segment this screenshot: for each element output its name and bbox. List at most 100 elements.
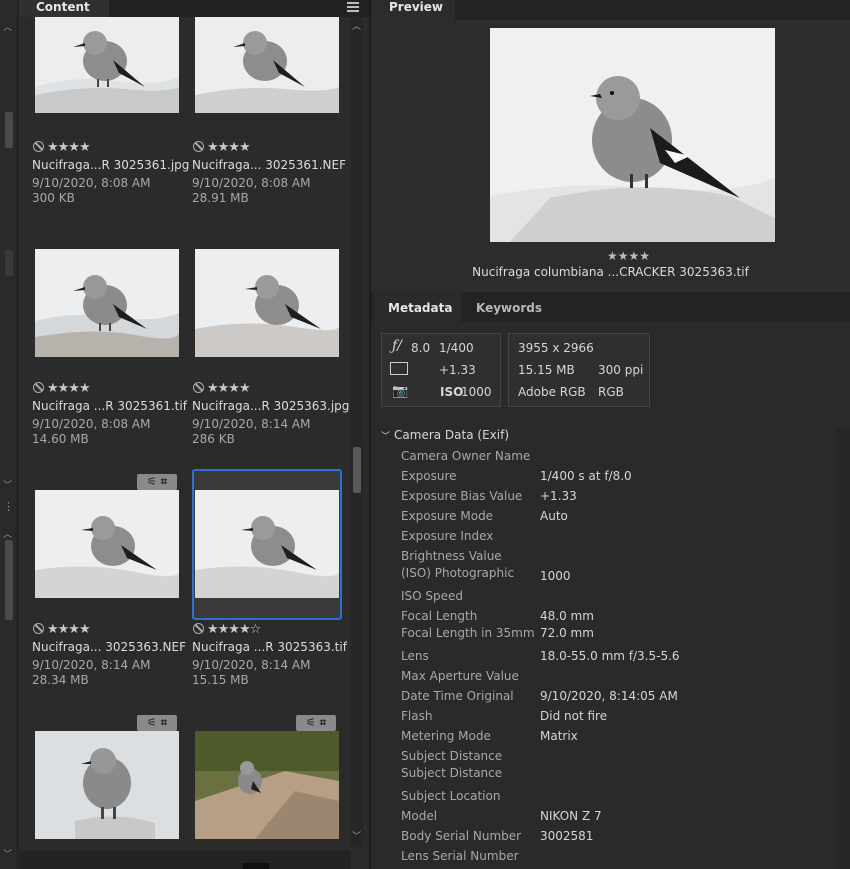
- rating-stars[interactable]: ★★★★: [47, 381, 91, 396]
- panel-grip-icon[interactable]: ⋮: [3, 500, 14, 513]
- color-profile: Adobe RGB: [518, 385, 586, 399]
- chevron-up-icon[interactable]: ︿: [352, 19, 361, 32]
- file-date: 9/10/2020, 8:14 AM: [32, 658, 151, 672]
- scrollbar-thumb[interactable]: [243, 863, 269, 869]
- file-name[interactable]: Nucifraga ...R 3025361.tif: [32, 399, 187, 413]
- section-title[interactable]: Camera Data (Exif): [394, 428, 509, 442]
- rating-stars[interactable]: ★★★★: [47, 622, 91, 637]
- exif-row-value: NIKON Z 7: [540, 809, 602, 823]
- metadata-scrollbar[interactable]: [836, 428, 850, 869]
- exif-row-label: Metering Mode: [401, 729, 491, 743]
- file-name[interactable]: Nucifraga...R 3025363.jpg: [192, 399, 349, 413]
- metadata-tab-bar: Metadata Keywords: [371, 292, 850, 322]
- star-rating[interactable]: ★★★★: [33, 140, 91, 155]
- file-date: 9/10/2020, 8:14 AM: [192, 658, 311, 672]
- chevron-down-icon[interactable]: ﹀: [381, 432, 390, 442]
- tab-keywords[interactable]: Keywords: [476, 292, 542, 322]
- reject-icon[interactable]: [193, 623, 204, 634]
- thumbnail-image[interactable]: [35, 249, 179, 357]
- rating-stars[interactable]: ★★★★: [207, 381, 251, 396]
- content-scrollbar[interactable]: ︿ ﹀: [351, 17, 363, 847]
- exif-row-label: Subject Distance: [401, 749, 503, 763]
- thumbnail-image[interactable]: [195, 249, 339, 357]
- thumbnail-image[interactable]: [195, 731, 339, 839]
- thumbnail-image[interactable]: [35, 731, 179, 839]
- star-rating[interactable]: ★★★★: [193, 140, 251, 155]
- camera-icon: 📷: [392, 384, 409, 399]
- crop-icon: ⌗: [319, 716, 326, 729]
- star-rating[interactable]: ★★★★: [33, 622, 91, 637]
- exif-row-value: 1000: [540, 569, 571, 583]
- horizontal-scrollbar[interactable]: [19, 851, 351, 869]
- preview-star-rating[interactable]: ★★★★: [607, 249, 650, 263]
- content-panel: Content ★★★★ ★★★★ Nucifraga...R 3025361.…: [19, 0, 369, 869]
- star-rating[interactable]: ★★★★☆: [193, 622, 261, 637]
- panel-menu-icon[interactable]: [347, 0, 359, 12]
- chevron-up-icon[interactable]: ︿: [3, 20, 12, 33]
- exif-row-label: Lens Serial Number: [401, 849, 519, 863]
- file-size: 28.91 MB: [192, 191, 249, 205]
- edit-crop-badge[interactable]: ⚟ ⌗: [137, 474, 177, 490]
- edit-crop-badge[interactable]: ⚟ ⌗: [137, 715, 177, 731]
- exif-row-label: Camera Owner Name: [401, 449, 531, 463]
- file-name[interactable]: Nucifraga...R 3025361.jpg: [32, 158, 189, 172]
- file-summary-box: 3955 x 2966 15.15 MB 300 ppi Adobe RGB R…: [508, 333, 650, 407]
- iso-value: 1000: [461, 385, 492, 399]
- thumbnail-image[interactable]: [195, 490, 339, 598]
- content-tab-bar: Content: [19, 0, 369, 17]
- exif-row-label: Exposure: [401, 469, 457, 483]
- aperture-icon: ƒ/: [392, 338, 402, 354]
- adjust-sliders-icon: ⚟: [147, 475, 157, 488]
- edit-crop-badge[interactable]: ⚟ ⌗: [296, 715, 336, 731]
- tab-metadata[interactable]: Metadata: [373, 292, 461, 322]
- shutter-value: 1/400: [439, 341, 474, 355]
- exif-row-label: Focal Length: [401, 609, 478, 623]
- exif-row-value: 9/10/2020, 8:14:05 AM: [540, 689, 678, 703]
- preview-tab-bar: Preview: [371, 0, 850, 20]
- file-size: 300 KB: [32, 191, 75, 205]
- reject-icon[interactable]: [33, 623, 44, 634]
- rating-stars[interactable]: ★★★★☆: [207, 622, 261, 637]
- exif-row-value: Did not fire: [540, 709, 608, 723]
- reject-icon[interactable]: [193, 141, 204, 152]
- reject-icon[interactable]: [33, 382, 44, 393]
- exif-row-value: 72.0 mm: [540, 626, 594, 640]
- scrollbar-thumb[interactable]: [353, 447, 361, 493]
- exif-row-label: Exposure Mode: [401, 509, 494, 523]
- file-size: 28.34 MB: [32, 673, 89, 687]
- thumbnail-image[interactable]: [35, 490, 179, 598]
- chevron-down-icon[interactable]: ﹀: [352, 829, 361, 842]
- exif-section-header[interactable]: ﹀ Camera Data (Exif): [381, 428, 509, 442]
- preview-image[interactable]: [490, 28, 775, 242]
- exif-row-label: Body Serial Number: [401, 829, 522, 843]
- chevron-up-icon[interactable]: ︿: [3, 527, 12, 540]
- preview-caption: Nucifraga columbiana ...CRACKER 3025363.…: [472, 265, 749, 279]
- rating-stars[interactable]: ★★★★: [47, 140, 91, 155]
- file-name[interactable]: Nucifraga ...R 3025363.tif: [192, 640, 347, 654]
- iso-label: ISO: [440, 385, 464, 399]
- exif-row-value: +1.33: [540, 489, 577, 503]
- exif-row-label: Model: [401, 809, 438, 823]
- star-rating[interactable]: ★★★★: [33, 381, 91, 396]
- file-size: 286 KB: [192, 432, 235, 446]
- tab-preview[interactable]: Preview: [371, 0, 455, 20]
- tab-content[interactable]: Content: [19, 0, 109, 17]
- scrollbar-track-segment: [5, 250, 13, 276]
- thumbnail-image[interactable]: [195, 17, 339, 113]
- file-name[interactable]: Nucifraga... 3025361.NEF: [192, 158, 346, 172]
- scrollbar-thumb[interactable]: [5, 540, 13, 620]
- color-mode: RGB: [598, 385, 624, 399]
- file-size: 14.60 MB: [32, 432, 89, 446]
- scrollbar-thumb[interactable]: [5, 112, 13, 148]
- rating-stars[interactable]: ★★★★: [207, 140, 251, 155]
- reject-icon[interactable]: [193, 382, 204, 393]
- thumbnail-image[interactable]: [35, 17, 179, 113]
- reject-icon[interactable]: [33, 141, 44, 152]
- chevron-down-icon[interactable]: ﹀: [3, 847, 12, 860]
- file-date: 9/10/2020, 8:08 AM: [32, 176, 151, 190]
- star-rating[interactable]: ★★★★: [193, 381, 251, 396]
- chevron-down-icon[interactable]: ﹀: [3, 478, 12, 491]
- exif-row-label: (ISO) Photographic: [401, 566, 515, 580]
- exif-row-value: 1/400 s at f/8.0: [540, 469, 632, 483]
- file-name[interactable]: Nucifraga... 3025363.NEF: [32, 640, 186, 654]
